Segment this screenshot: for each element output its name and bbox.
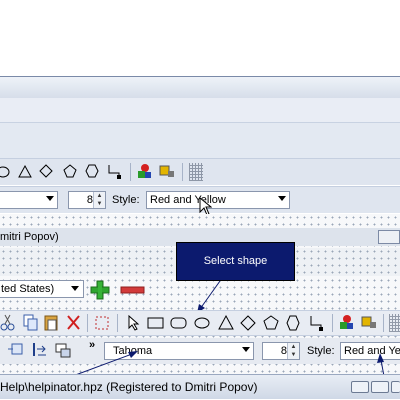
style-value-top: Red and Yellow [150,194,226,206]
separator [182,163,183,181]
font-size-spinner-top[interactable]: 8 ▲ ▼ [68,191,106,209]
callout-text: Select shape [203,255,268,267]
add-language-icon [90,280,110,300]
window-button[interactable] [378,230,400,244]
font-name-combo-top[interactable] [0,191,58,209]
chevron-down-icon [71,286,79,291]
style-combo-top[interactable]: Red and Yellow [146,191,290,209]
copy-icon [23,314,38,331]
minimize-button[interactable] [351,381,369,393]
chevron-down-icon [46,196,54,201]
separator [383,314,384,332]
maximize-button[interactable] [371,381,389,393]
hexagon-icon [85,164,99,178]
spin-arrows-icon[interactable]: ▲ ▼ [93,192,105,208]
color-shapes-icon [141,164,149,172]
main-toolbar-icons [0,314,384,332]
background-window-titlebar [0,76,400,99]
pentagon-icon [63,164,77,178]
language-buttons [90,280,145,300]
shapes-toolbar-top [0,158,400,185]
toolbar-grip-icon[interactable] [189,163,203,181]
lock-shape-icon [159,165,170,176]
diamond-icon [39,164,53,178]
select-shape-callout: Select shape [176,242,295,281]
ellipse-icon [194,317,210,329]
select-region-icon [95,316,109,330]
remove-language-icon [120,286,145,294]
pointer-icon [128,314,140,331]
triangle-icon [18,164,32,178]
separator [87,314,88,332]
separator [130,163,131,181]
rounded-rectangle-icon [170,317,187,329]
delete-icon [67,315,80,330]
inner-window-title: mitri Popov) [0,231,59,243]
background-window-toolbar-area [0,122,400,159]
diamond-icon [240,315,256,331]
lock-shape-icon [361,316,372,327]
paste-icon [44,315,58,331]
align-icon [33,343,46,356]
language-combo[interactable]: ted States) [0,280,84,298]
indent-icon [8,343,23,355]
separator [117,314,118,332]
toolbar-grip-icon[interactable] [389,314,400,332]
main-window-titlebar: Help\helpinator.hpz (Registered to Dmitr… [0,374,400,399]
ellipse-icon [0,166,10,178]
separator [332,314,333,332]
main-toolbar [0,310,400,336]
pentagon-icon [263,315,279,330]
cut-icon [0,314,15,331]
color-shapes-icon [343,315,351,323]
main-window-title: Help\helpinator.hpz (Registered to Dmitr… [0,380,258,394]
triangle-icon [218,314,234,330]
hexagon-icon [286,315,300,331]
chevron-down-icon [278,196,286,201]
background-window-menubar [0,98,400,122]
format-toolbar-top: 8 ▲ ▼ Style: Red and Yellow [0,186,400,216]
language-value: ted States) [1,283,55,295]
style-label-top: Style: [112,194,140,206]
rectangle-icon [147,317,164,329]
close-button[interactable] [391,381,400,393]
